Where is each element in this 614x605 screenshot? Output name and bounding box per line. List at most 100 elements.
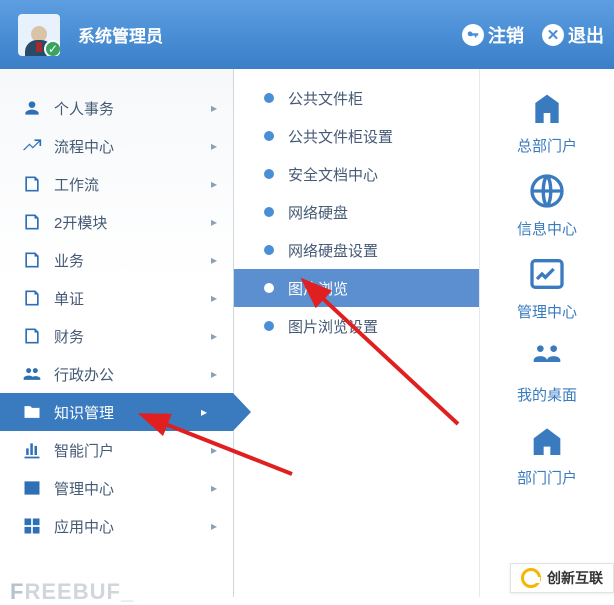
portal-label: 管理中心 <box>517 301 577 322</box>
submenu-item-image-browse[interactable]: 图片浏览 <box>234 269 479 307</box>
chevron-right-icon: ▸ <box>211 215 217 229</box>
nav-item-process[interactable]: 流程中心 ▸ <box>0 127 233 165</box>
portal-label: 我的桌面 <box>517 384 577 405</box>
submenu-item-public-cabinet[interactable]: 公共文件柜 <box>242 79 471 117</box>
bullet-icon <box>264 207 274 217</box>
page-icon <box>20 288 44 308</box>
bullet-icon <box>264 321 274 331</box>
submenu-label: 公共文件柜 <box>288 88 363 109</box>
submenu-label: 网络硬盘设置 <box>288 240 378 261</box>
logout-label: 注销 <box>488 22 524 48</box>
submenu-item-secure-docs[interactable]: 安全文档中心 <box>242 155 471 193</box>
nav-label: 流程中心 <box>54 136 114 157</box>
portal-info[interactable]: 信息中心 <box>517 170 577 239</box>
nav-label: 工作流 <box>54 174 99 195</box>
nav-item-workflow[interactable]: 工作流 ▸ <box>0 165 233 203</box>
submenu-item-public-cabinet-settings[interactable]: 公共文件柜设置 <box>242 117 471 155</box>
avatar[interactable]: ✓ <box>18 14 60 56</box>
chevron-right-icon: ▸ <box>211 253 217 267</box>
portal-label: 信息中心 <box>517 218 577 239</box>
bullet-icon <box>264 245 274 255</box>
submenu-label: 公共文件柜设置 <box>288 126 393 147</box>
nav-label: 财务 <box>54 326 84 347</box>
nav-label: 2开模块 <box>54 212 107 233</box>
nav-item-apps[interactable]: 应用中心 ▸ <box>0 507 233 545</box>
bullet-icon <box>264 93 274 103</box>
nav-item-finance[interactable]: 财务 ▸ <box>0 317 233 355</box>
bullet-icon <box>264 283 274 293</box>
bullet-icon <box>264 131 274 141</box>
brand-logo-icon <box>521 568 541 588</box>
brand-badge: 创新互联 <box>510 563 614 593</box>
portal-mgmt[interactable]: 管理中心 <box>517 253 577 322</box>
flow-icon <box>20 136 44 156</box>
nav-item-knowledge[interactable]: 知识管理 ▸ <box>0 393 233 431</box>
chevron-right-icon: ▸ <box>211 519 217 533</box>
username-label: 系统管理员 <box>78 22 163 47</box>
logout-button[interactable]: 注销 <box>462 22 524 48</box>
people-grid-icon <box>526 336 568 378</box>
submenu-label: 图片浏览设置 <box>288 316 378 337</box>
people-icon <box>20 364 44 384</box>
submenu-item-netdisk-settings[interactable]: 网络硬盘设置 <box>242 231 471 269</box>
nav-label: 智能门户 <box>54 440 114 461</box>
bullet-icon <box>264 169 274 179</box>
nav-label: 业务 <box>54 250 84 271</box>
page-icon <box>20 250 44 270</box>
nav-item-mgmt[interactable]: 管理中心 ▸ <box>0 469 233 507</box>
nav-item-business[interactable]: 业务 ▸ <box>0 241 233 279</box>
chevron-right-icon: ▸ <box>201 405 207 419</box>
nav-item-office[interactable]: 行政办公 ▸ <box>0 355 233 393</box>
building-icon <box>526 87 568 129</box>
key-icon <box>462 24 484 46</box>
globe-icon <box>526 170 568 212</box>
main-area: 个人事务 ▸ 流程中心 ▸ 工作流 ▸ 2开模块 ▸ 业务 ▸ 单证 ▸ <box>0 69 614 597</box>
portal-label: 总部门户 <box>517 135 577 156</box>
chevron-right-icon: ▸ <box>211 139 217 153</box>
submenu-item-netdisk[interactable]: 网络硬盘 <box>242 193 471 231</box>
nav-label: 行政办公 <box>54 364 114 385</box>
portal-label: 部门门户 <box>517 467 577 488</box>
submenu-item-image-browse-settings[interactable]: 图片浏览设置 <box>242 307 471 345</box>
portal-dept[interactable]: 部门门户 <box>517 419 577 488</box>
page-icon <box>20 326 44 346</box>
chart-box-icon <box>526 253 568 295</box>
chevron-right-icon: ▸ <box>211 367 217 381</box>
nav-label: 管理中心 <box>54 478 114 499</box>
submenu-label: 网络硬盘 <box>288 202 348 223</box>
page-icon <box>20 174 44 194</box>
header: ✓ 系统管理员 注销 ✕ 退出 <box>0 0 614 69</box>
chart-icon <box>20 440 44 460</box>
chevron-right-icon: ▸ <box>211 481 217 495</box>
portal-column: 总部门户 信息中心 管理中心 我的桌面 部门门户 <box>480 69 614 597</box>
watermark: FREEBUF_ <box>10 579 134 605</box>
nav-label: 知识管理 <box>54 402 114 423</box>
brand-label: 创新互联 <box>547 568 603 588</box>
chevron-right-icon: ▸ <box>211 177 217 191</box>
nav-item-portal[interactable]: 智能门户 ▸ <box>0 431 233 469</box>
nav-item-voucher[interactable]: 单证 ▸ <box>0 279 233 317</box>
exit-button[interactable]: ✕ 退出 <box>542 22 604 48</box>
chevron-right-icon: ▸ <box>211 291 217 305</box>
portal-hq[interactable]: 总部门户 <box>517 87 577 156</box>
chevron-right-icon: ▸ <box>211 443 217 457</box>
nav-label: 个人事务 <box>54 98 114 119</box>
nav-item-module[interactable]: 2开模块 ▸ <box>0 203 233 241</box>
chevron-right-icon: ▸ <box>211 329 217 343</box>
avatar-verified-badge: ✓ <box>44 40 60 56</box>
person-icon <box>20 98 44 118</box>
page-icon <box>20 212 44 232</box>
exit-label: 退出 <box>568 22 604 48</box>
grid-icon <box>20 516 44 536</box>
nav-label: 应用中心 <box>54 516 114 537</box>
left-nav: 个人事务 ▸ 流程中心 ▸ 工作流 ▸ 2开模块 ▸ 业务 ▸ 单证 ▸ <box>0 69 234 597</box>
house-icon <box>526 419 568 461</box>
submenu-label: 安全文档中心 <box>288 164 378 185</box>
submenu-label: 图片浏览 <box>288 278 348 299</box>
close-icon: ✕ <box>542 24 564 46</box>
portal-desktop[interactable]: 我的桌面 <box>517 336 577 405</box>
nav-item-personal[interactable]: 个人事务 ▸ <box>0 89 233 127</box>
chevron-right-icon: ▸ <box>211 101 217 115</box>
chart-box-icon <box>20 478 44 498</box>
submenu: 公共文件柜 公共文件柜设置 安全文档中心 网络硬盘 网络硬盘设置 图片浏览 图片… <box>234 69 480 597</box>
